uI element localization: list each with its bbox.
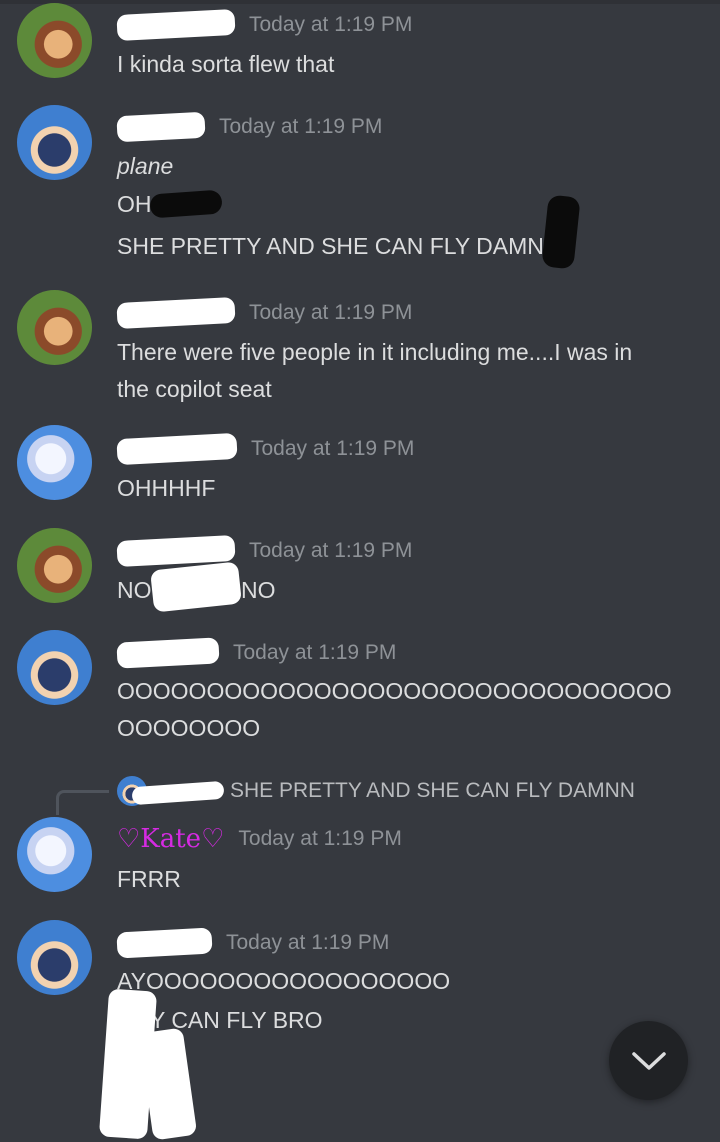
message-text: I kinda sorta flew that (117, 51, 335, 77)
author-name-redacted[interactable] (116, 8, 236, 42)
avatar[interactable] (17, 630, 92, 705)
timestamp: Today at 1:19 PM (238, 827, 402, 850)
timestamp: Today at 1:19 PM (249, 539, 413, 562)
message-text: OOOOOOOOOOOOOOOOOOOOOOOOOOOOOOO (117, 678, 672, 704)
redaction-mark (541, 194, 581, 270)
jump-to-latest-button[interactable] (609, 1021, 688, 1100)
timestamp: Today at 1:19 PM (219, 115, 383, 138)
chevron-down-icon (631, 1051, 666, 1070)
message-text: NO (241, 577, 276, 603)
redaction-mark (150, 561, 242, 613)
message-text: FRRR (117, 866, 181, 892)
message-text: NO (117, 577, 152, 603)
avatar[interactable] (17, 425, 92, 500)
avatar[interactable] (17, 290, 92, 365)
message-text: OHHHHF (117, 475, 216, 501)
author-name-redacted[interactable] (116, 111, 206, 143)
author-name-redacted[interactable] (116, 927, 213, 959)
timestamp: Today at 1:19 PM (226, 931, 390, 954)
avatar[interactable] (17, 528, 92, 603)
message-text: SHE PRETTY AND SHE CAN FLY DAMN (117, 233, 544, 259)
timestamp: Today at 1:19 PM (251, 437, 415, 460)
message-text: plane (117, 153, 174, 179)
timestamp: Today at 1:19 PM (249, 13, 413, 36)
timestamp: Today at 1:19 PM (249, 301, 413, 324)
avatar[interactable] (17, 817, 92, 892)
reply-connector (56, 790, 109, 815)
message-text: There were five people in it including m… (117, 339, 633, 365)
avatar[interactable] (17, 105, 92, 180)
message-text: the copilot seat (117, 376, 272, 402)
author-name-redacted[interactable] (116, 637, 220, 669)
message-text: OOOOOOOO (117, 715, 261, 741)
timestamp: Today at 1:19 PM (233, 641, 397, 664)
message-text: AYOOOOOOOOOOOOOOOOO (117, 968, 451, 994)
top-bar (0, 0, 720, 4)
redaction-mark (149, 189, 223, 219)
avatar[interactable] (17, 3, 92, 78)
author-name-redacted[interactable] (116, 296, 236, 330)
author-name[interactable]: ♡Kate♡ (117, 824, 224, 854)
author-name-redacted[interactable] (116, 432, 238, 466)
avatar[interactable] (17, 920, 92, 995)
author-name-redacted[interactable] (116, 534, 236, 568)
message-text: OH (117, 191, 152, 217)
reply-preview-text[interactable]: SHE PRETTY AND SHE CAN FLY DAMNN (230, 776, 635, 806)
